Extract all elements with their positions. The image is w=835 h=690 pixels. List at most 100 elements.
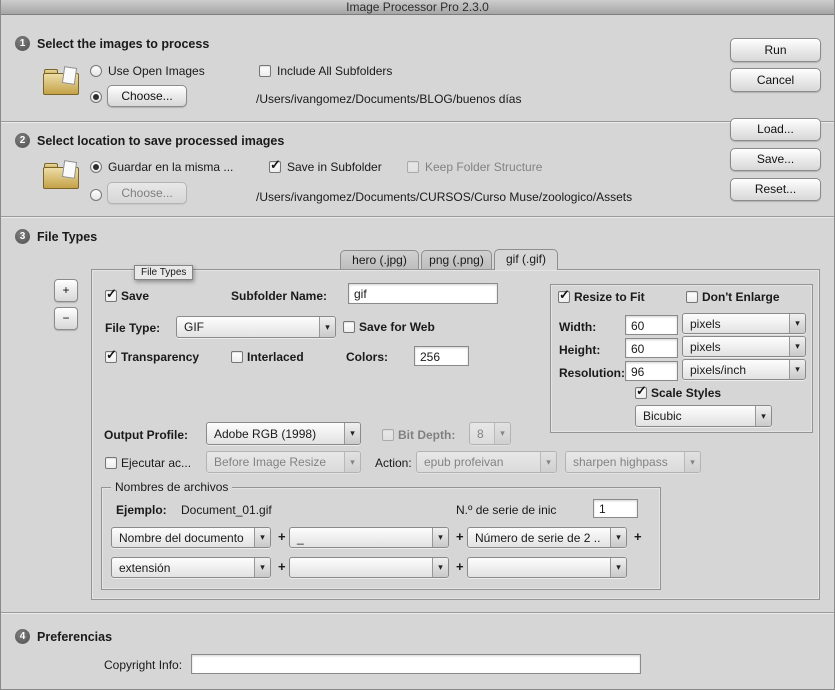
remove-file-type-button[interactable]: − bbox=[54, 307, 78, 330]
resolution-unit-value: pixels/inch bbox=[690, 362, 747, 377]
filename-part-2-dropdown[interactable]: _ ▾ bbox=[289, 527, 449, 548]
keep-folder-structure-label: Keep Folder Structure bbox=[425, 160, 543, 174]
height-unit-value: pixels bbox=[690, 339, 721, 354]
dropdown-arrow-icon: ▾ bbox=[789, 360, 805, 379]
resolution-label: Resolution: bbox=[559, 366, 625, 380]
dropdown-arrow-icon: ▾ bbox=[494, 423, 510, 444]
resize-to-fit-label: Resize to Fit bbox=[574, 290, 645, 304]
window-titlebar[interactable]: Image Processor Pro 2.3.0 bbox=[1, 0, 834, 15]
dont-enlarge-label: Don't Enlarge bbox=[702, 290, 780, 304]
dropdown-arrow-icon: ▾ bbox=[610, 558, 626, 577]
tab-hero-jpg[interactable]: hero (.jpg) bbox=[340, 250, 419, 269]
save-in-subfolder-label: Save in Subfolder bbox=[287, 160, 382, 174]
transparency-label: Transparency bbox=[121, 350, 200, 364]
width-field[interactable]: 60 bbox=[625, 315, 678, 335]
bit-depth-dropdown: 8 ▾ bbox=[469, 422, 511, 445]
source-folder-icon bbox=[43, 66, 81, 98]
action-set-value: epub profeivan bbox=[424, 455, 504, 469]
colors-field[interactable]: 256 bbox=[414, 346, 469, 366]
filename-part-2-value: _ bbox=[297, 530, 304, 545]
scale-styles-label: Scale Styles bbox=[651, 386, 722, 400]
use-open-images-label: Use Open Images bbox=[108, 64, 205, 78]
file-type-value: GIF bbox=[184, 320, 204, 334]
run-button[interactable]: Run bbox=[730, 38, 821, 62]
bit-depth-value: 8 bbox=[477, 426, 484, 441]
include-all-subfolders-checkbox[interactable] bbox=[259, 65, 271, 77]
section3-title: File Types bbox=[37, 230, 98, 244]
section2-title: Select location to save processed images bbox=[37, 134, 285, 148]
run-action-timing-value: Before Image Resize bbox=[214, 455, 327, 469]
copyright-field[interactable] bbox=[191, 654, 641, 674]
filenames-legend: Nombres de archivos bbox=[111, 480, 233, 494]
save-type-label: Save bbox=[121, 289, 150, 303]
output-profile-label: Output Profile: bbox=[104, 428, 188, 442]
file-types-tooltip: File Types bbox=[134, 265, 194, 280]
dropdown-arrow-icon: ▾ bbox=[319, 317, 335, 337]
output-profile-dropdown[interactable]: Adobe RGB (1998) ▾ bbox=[206, 422, 361, 445]
filename-part-1-dropdown[interactable]: Nombre del documento ▾ bbox=[111, 527, 271, 548]
filename-part-1-value: Nombre del documento bbox=[119, 530, 244, 545]
choose-source-button[interactable]: Choose... bbox=[107, 85, 187, 107]
run-action-checkbox[interactable] bbox=[105, 457, 117, 469]
dropdown-arrow-icon: ▾ bbox=[789, 314, 805, 333]
dropdown-arrow-icon: ▾ bbox=[755, 406, 771, 426]
save-settings-button[interactable]: Save... bbox=[730, 148, 821, 171]
image-processor-window: Image Processor Pro 2.3.0 1 Select the i… bbox=[0, 0, 835, 690]
save-for-web-checkbox[interactable] bbox=[343, 321, 355, 333]
add-file-type-button[interactable]: + bbox=[54, 279, 78, 302]
destination-path-text: /Users/ivangomez/Documents/CURSOS/Curso … bbox=[256, 190, 633, 204]
height-field[interactable]: 60 bbox=[625, 338, 678, 358]
bit-depth-label: Bit Depth: bbox=[398, 428, 456, 442]
include-all-subfolders-label: Include All Subfolders bbox=[277, 64, 393, 78]
filename-part-4-dropdown[interactable]: extensión ▾ bbox=[111, 557, 271, 578]
use-open-images-radio[interactable] bbox=[90, 65, 102, 77]
resize-to-fit-checkbox[interactable] bbox=[558, 287, 570, 303]
keep-folder-structure-checkbox bbox=[407, 161, 419, 173]
interlaced-checkbox[interactable] bbox=[231, 351, 243, 363]
transparency-checkbox[interactable] bbox=[105, 347, 117, 363]
serial-field[interactable]: 1 bbox=[593, 499, 638, 518]
resolution-unit-dropdown[interactable]: pixels/inch ▾ bbox=[682, 359, 806, 380]
scale-styles-checkbox[interactable] bbox=[635, 383, 647, 399]
divider-1 bbox=[1, 121, 834, 123]
section4-title: Preferencias bbox=[37, 630, 113, 644]
filename-part-6-dropdown[interactable]: ▾ bbox=[467, 557, 627, 578]
plus-separator: + bbox=[634, 529, 642, 544]
save-for-web-label: Save for Web bbox=[359, 320, 435, 334]
width-label: Width: bbox=[559, 320, 597, 334]
dont-enlarge-checkbox[interactable] bbox=[686, 291, 698, 303]
dropdown-arrow-icon: ▾ bbox=[789, 337, 805, 356]
plus-separator: + bbox=[456, 559, 464, 574]
filename-part-5-dropdown[interactable]: ▾ bbox=[289, 557, 449, 578]
filename-part-3-value: Número de serie de 2 .. bbox=[475, 530, 601, 545]
plus-separator: + bbox=[278, 559, 286, 574]
bit-depth-checkbox bbox=[382, 429, 394, 441]
cancel-button[interactable]: Cancel bbox=[730, 68, 821, 92]
save-type-checkbox[interactable] bbox=[105, 286, 117, 302]
filename-part-4-value: extensión bbox=[119, 560, 171, 575]
tab-png-png[interactable]: png (.png) bbox=[421, 250, 492, 269]
dropdown-arrow-icon: ▾ bbox=[432, 558, 448, 577]
tab-gif-gif[interactable]: gif (.gif) bbox=[494, 249, 558, 270]
divider-2 bbox=[1, 216, 834, 218]
resolution-field[interactable]: 96 bbox=[625, 361, 678, 381]
subfolder-name-field[interactable]: gif bbox=[348, 283, 498, 304]
save-in-subfolder-checkbox[interactable] bbox=[269, 157, 281, 173]
step-2-badge: 2 bbox=[15, 133, 30, 148]
plus-separator: + bbox=[278, 529, 286, 544]
load-button[interactable]: Load... bbox=[730, 118, 821, 141]
copyright-label: Copyright Info: bbox=[104, 658, 183, 672]
choose-destination-radio[interactable] bbox=[90, 189, 102, 201]
source-path-text: /Users/ivangomez/Documents/BLOG/buenos d… bbox=[256, 92, 522, 106]
height-unit-dropdown[interactable]: pixels ▾ bbox=[682, 336, 806, 357]
reset-button[interactable]: Reset... bbox=[730, 178, 821, 201]
filename-part-3-dropdown[interactable]: Número de serie de 2 .. ▾ bbox=[467, 527, 627, 548]
serial-label: N.º de serie de inic bbox=[456, 503, 557, 517]
width-unit-dropdown[interactable]: pixels ▾ bbox=[682, 313, 806, 334]
choose-source-radio[interactable] bbox=[90, 91, 102, 103]
file-type-dropdown[interactable]: GIF ▾ bbox=[176, 316, 336, 338]
output-profile-value: Adobe RGB (1998) bbox=[214, 426, 317, 441]
interpolation-dropdown[interactable]: Bicubic ▾ bbox=[635, 405, 772, 427]
save-same-location-radio[interactable] bbox=[90, 161, 102, 173]
subfolder-name-label: Subfolder Name: bbox=[231, 289, 328, 303]
